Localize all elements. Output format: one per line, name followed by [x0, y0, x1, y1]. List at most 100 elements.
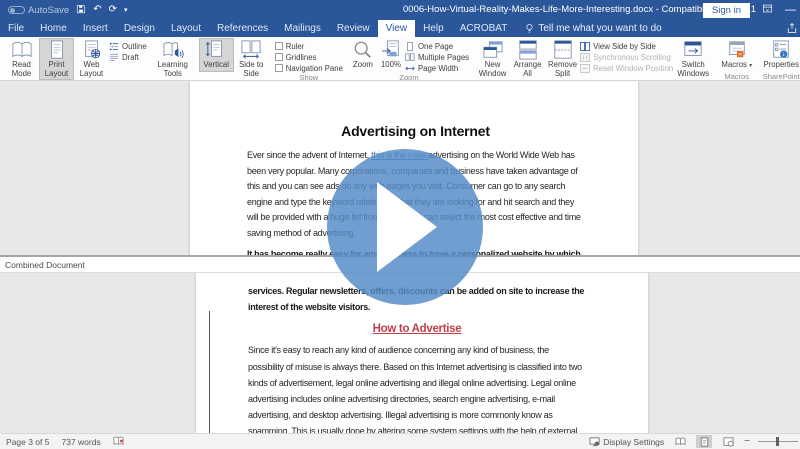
web-layout-button[interactable]: Web Layout	[74, 38, 109, 80]
vertical-button[interactable]: Vertical	[199, 38, 234, 72]
sign-in-button[interactable]: Sign in	[703, 3, 750, 18]
learning-tools-icon	[161, 40, 185, 60]
tab-view[interactable]: View	[378, 20, 416, 37]
navigation-pane-checkbox-icon	[275, 64, 283, 72]
vertical-icon	[204, 40, 228, 60]
properties-button[interactable]: Properties	[760, 38, 800, 72]
remove-split-button[interactable]: Remove Split	[545, 38, 580, 80]
page-indicator[interactable]: Page 3 of 5	[6, 437, 49, 447]
group-page-movement: Vertical Side to Side Page Movement	[197, 37, 271, 80]
zoom-slider[interactable]	[758, 441, 798, 442]
minimize-icon[interactable]: —	[785, 4, 796, 16]
gridlines-checkbox[interactable]: Gridlines	[275, 52, 343, 62]
dropdown-icon: ▾	[749, 63, 752, 69]
switch-windows-icon	[681, 40, 705, 60]
zoom-slider-thumb[interactable]	[776, 437, 779, 446]
tab-file[interactable]: File	[0, 20, 32, 37]
ribbon-tabs: File Home Insert Design Layout Reference…	[0, 20, 800, 37]
page-width-icon	[405, 64, 415, 73]
ruler-checkbox[interactable]: Ruler	[275, 41, 343, 51]
tab-layout[interactable]: Layout	[163, 20, 209, 37]
document-subheading: How to Advertise	[248, 323, 586, 335]
zoom-100-button[interactable]: 100%	[377, 38, 405, 72]
view-side-by-side-button[interactable]: View Side by Side	[580, 41, 673, 51]
page-width-button[interactable]: Page Width	[405, 63, 469, 73]
word-window: { "titlebar": { "autosave_label": "AutoS…	[0, 0, 800, 449]
side-to-side-button[interactable]: Side to Side	[234, 38, 269, 80]
tracked-change-bar	[209, 311, 210, 433]
tab-references[interactable]: References	[209, 20, 276, 37]
group-sharepoint: Properties SharePoint	[758, 37, 800, 80]
group-window: New Window Arrange All Remove Split View…	[473, 37, 715, 80]
outline-button[interactable]: Outline	[109, 41, 147, 51]
gridlines-checkbox-icon	[275, 53, 283, 61]
word-count[interactable]: 737 words	[61, 437, 100, 447]
zoom-magnifier-icon	[352, 40, 374, 60]
undo-icon[interactable]: ↶	[93, 5, 101, 15]
tab-acrobat[interactable]: ACROBAT	[452, 20, 516, 37]
group-show: Ruler Gridlines Navigation Pane Show	[273, 37, 345, 80]
autosave-toggle[interactable]: AutoSave	[8, 5, 69, 16]
quick-access-toolbar: AutoSave ↶ ⟳ ▾	[0, 4, 128, 17]
macros-button[interactable]: Macros ▾	[719, 38, 754, 72]
reset-window-position-button: Reset Window Position	[580, 63, 673, 73]
print-layout-icon	[45, 40, 69, 60]
tab-insert[interactable]: Insert	[75, 20, 116, 37]
tab-help[interactable]: Help	[415, 20, 452, 37]
tab-review[interactable]: Review	[329, 20, 378, 37]
play-icon	[377, 182, 437, 272]
paragraph-3: Since it's easy to reach any kind of aud…	[248, 342, 586, 433]
synchronous-scrolling-button: Synchronous Scrolling	[580, 52, 673, 62]
group-macros: Macros ▾ Macros	[717, 37, 756, 80]
draft-icon	[109, 53, 119, 62]
ribbon-display-options-icon[interactable]	[762, 3, 773, 17]
group-views: Read Mode Print Layout Web Layout Outlin…	[2, 37, 149, 80]
synchronous-scrolling-icon	[580, 53, 590, 62]
learning-tools-button[interactable]: Learning Tools	[153, 38, 193, 80]
group-label-macros: Macros	[719, 72, 754, 81]
draft-button[interactable]: Draft	[109, 52, 147, 62]
new-window-button[interactable]: New Window	[475, 38, 510, 80]
read-mode-view-icon[interactable]	[672, 435, 688, 448]
one-page-button[interactable]: One Page	[405, 41, 469, 51]
properties-icon	[769, 40, 793, 60]
tab-design[interactable]: Design	[116, 20, 163, 37]
arrange-all-button[interactable]: Arrange All	[510, 38, 545, 80]
web-layout-view-icon[interactable]	[720, 435, 736, 448]
arrange-all-icon	[516, 40, 540, 60]
customize-qat-icon[interactable]: ▾	[124, 5, 128, 15]
proofing-errors-icon[interactable]	[113, 436, 124, 448]
play-button[interactable]	[327, 149, 483, 305]
status-bar: Page 3 of 5 737 words Display Settings −	[0, 433, 800, 449]
multiple-pages-icon	[405, 53, 415, 62]
zoom-button[interactable]: Zoom	[349, 38, 377, 72]
zoom-out-icon[interactable]: −	[744, 436, 750, 447]
group-label-sharepoint: SharePoint	[760, 72, 800, 81]
print-layout-view-icon[interactable]	[696, 435, 712, 448]
tell-me-label: Tell me what you want to do	[538, 23, 661, 34]
reset-window-position-icon	[580, 64, 590, 73]
save-icon[interactable]	[76, 4, 86, 17]
multiple-pages-button[interactable]: Multiple Pages	[405, 52, 469, 62]
ruler-checkbox-icon	[275, 42, 283, 50]
autosave-label: AutoSave	[28, 5, 69, 16]
document-heading: Advertising on Internet	[247, 123, 584, 139]
tell-me-box[interactable]: Tell me what you want to do	[515, 20, 671, 37]
combined-document-label: Combined Document	[5, 260, 85, 270]
read-mode-button[interactable]: Read Mode	[4, 38, 39, 80]
lightbulb-icon	[525, 23, 534, 34]
tab-mailings[interactable]: Mailings	[276, 20, 329, 37]
display-settings-icon	[589, 437, 600, 447]
grammar-flag: really	[305, 249, 327, 257]
display-settings-button[interactable]: Display Settings	[589, 437, 664, 447]
autosave-pill-icon	[8, 6, 25, 14]
share-icon[interactable]	[786, 22, 798, 37]
print-layout-button[interactable]: Print Layout	[39, 38, 74, 80]
macros-icon	[725, 40, 749, 60]
outline-icon	[109, 42, 119, 51]
tab-home[interactable]: Home	[32, 20, 75, 37]
navigation-pane-checkbox[interactable]: Navigation Pane	[275, 63, 343, 73]
ribbon: Read Mode Print Layout Web Layout Outlin…	[0, 37, 800, 81]
view-side-by-side-icon	[580, 42, 590, 51]
redo-icon[interactable]: ⟳	[109, 5, 117, 15]
